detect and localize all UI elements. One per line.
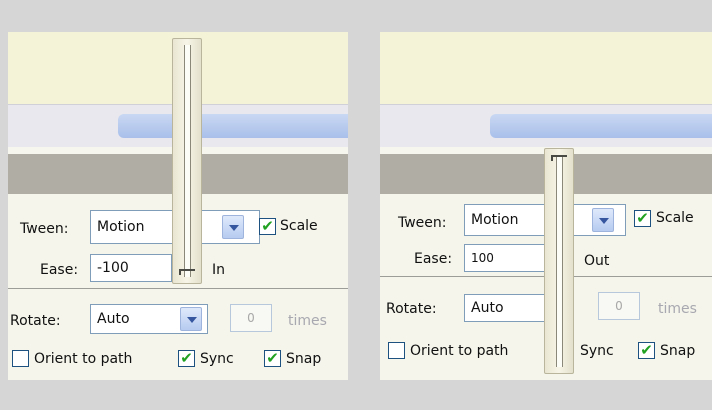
sync-label: Sync [580,343,614,359]
chevron-down-icon[interactable] [592,208,614,232]
rotate-label: Rotate: [10,313,61,329]
timeline-track [490,114,712,138]
ease-slider-thumb[interactable] [179,269,195,275]
snap-checkbox[interactable]: ✔ [264,350,281,367]
sync-label: Sync [200,351,234,367]
scale-label: Scale [280,218,318,234]
chevron-down-icon[interactable] [222,215,244,239]
orient-to-path-label: Orient to path [410,343,509,359]
orient-to-path-checkbox[interactable] [12,350,29,367]
ease-slider[interactable] [544,148,574,374]
ease-direction-label: Out [584,253,610,269]
timeline-track [118,114,348,138]
ease-slider[interactable] [172,38,202,284]
ease-slider-thumb[interactable] [551,155,567,161]
ease-slider-groove [556,155,563,367]
times-label: times [658,301,697,317]
rotate-times-input[interactable]: 0 [598,292,640,320]
tween-label: Tween: [20,221,69,237]
chevron-down-icon[interactable] [180,307,202,331]
times-label: times [288,313,327,329]
snap-label: Snap [660,343,696,359]
ease-label: Ease: [414,251,453,267]
rotate-times-input[interactable]: 0 [230,304,272,332]
ease-label: Ease: [40,262,79,278]
properties-panel-ease-in: Tween: Motion ✔ Scale Ease: -100 In Rota… [8,32,348,380]
ease-direction-label: In [212,262,226,278]
scale-checkbox[interactable]: ✔ [634,210,651,227]
orient-to-path-checkbox[interactable] [388,342,405,359]
orient-to-path-label: Orient to path [34,351,133,367]
snap-label: Snap [286,351,322,367]
scale-checkbox[interactable]: ✔ [259,218,276,235]
properties-panel-ease-out: Tween: Motion ✔ Scale Ease: 100 Out Rota… [380,32,712,380]
snap-checkbox[interactable]: ✔ [638,342,655,359]
scale-label: Scale [656,210,694,226]
section-divider [8,288,348,289]
ease-slider-groove [184,45,191,277]
tween-label: Tween: [398,215,447,231]
stage-area [380,32,712,104]
sync-checkbox[interactable]: ✔ [178,350,195,367]
ease-input[interactable]: -100 [90,254,172,282]
ease-input[interactable]: 100 [464,244,546,272]
rotate-label: Rotate: [386,301,437,317]
